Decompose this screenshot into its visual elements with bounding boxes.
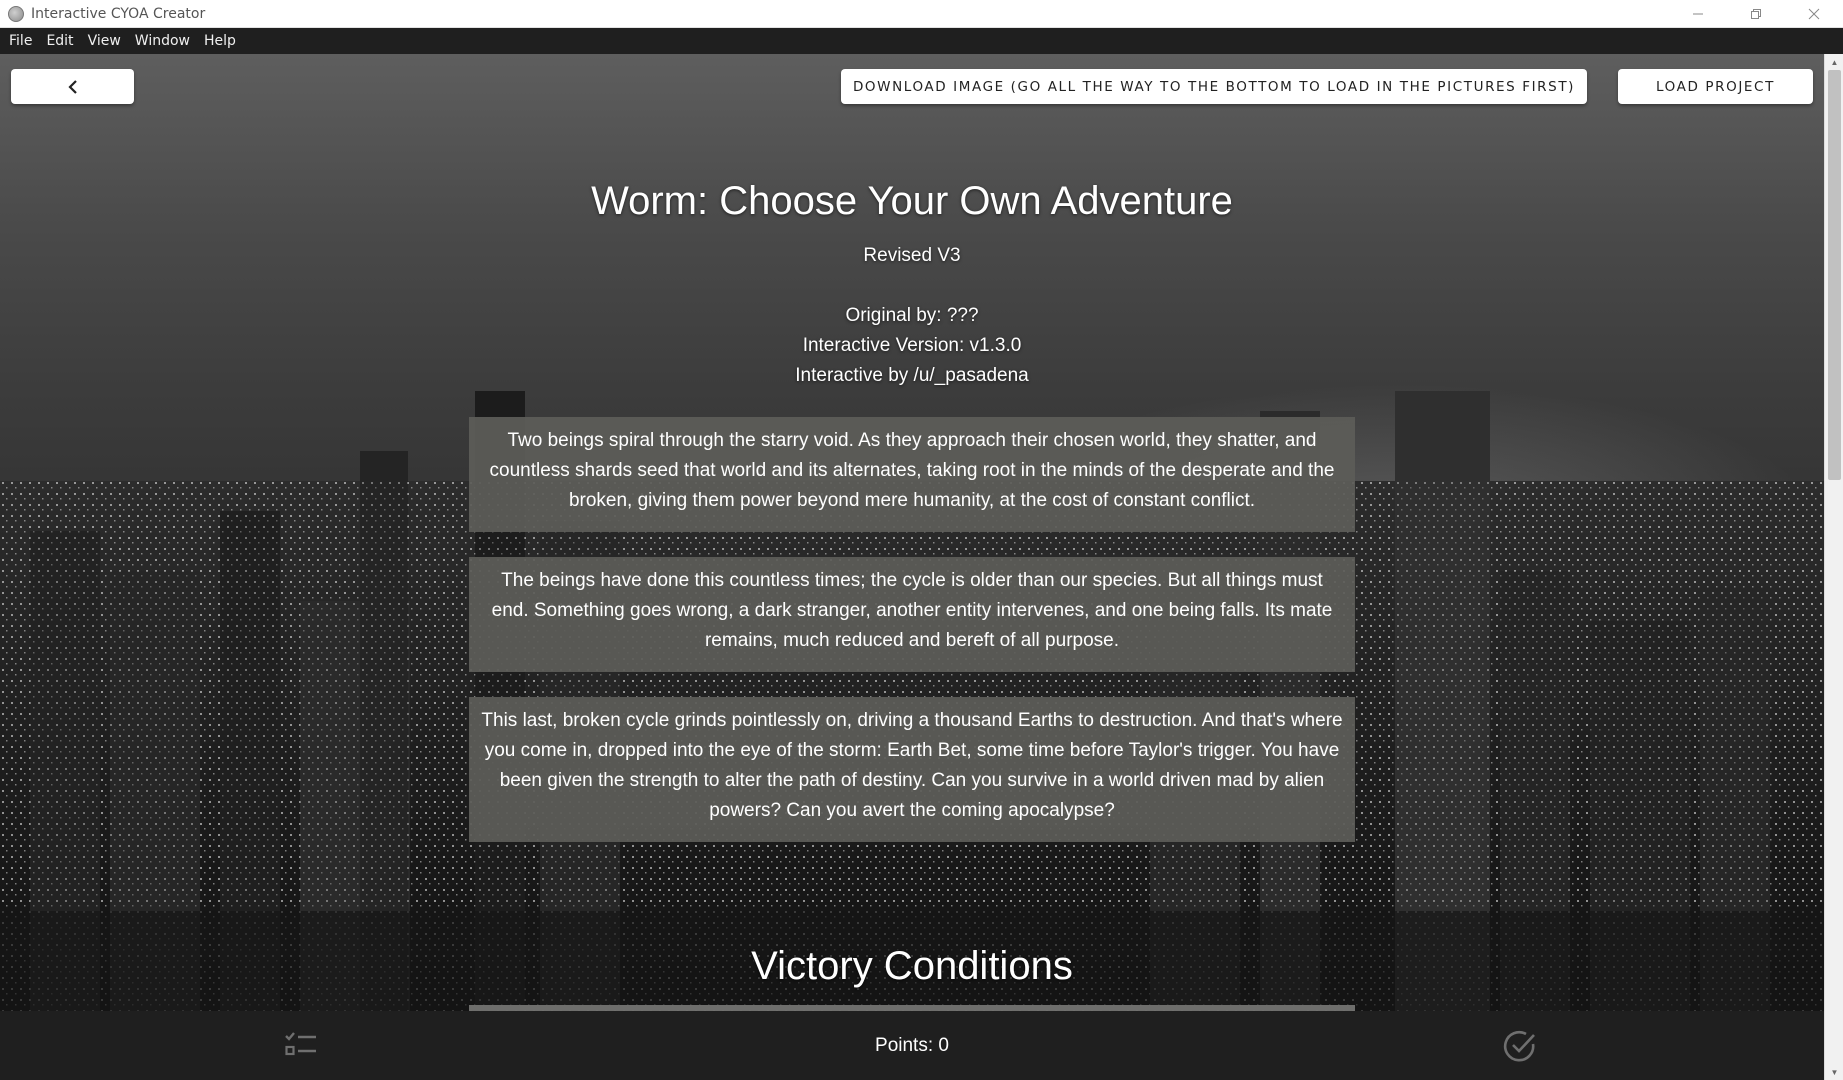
minimize-icon[interactable] [1669, 0, 1727, 28]
scroll-up-icon[interactable]: ▲ [1825, 54, 1843, 70]
scroll-down-icon[interactable]: ▼ [1825, 1064, 1843, 1080]
menu-help[interactable]: Help [197, 33, 243, 49]
credit-version: Interactive Version: v1.3.0 [802, 335, 1022, 356]
page-subtitle: Revised V3 [863, 245, 961, 266]
window-title: Interactive CYOA Creator [31, 5, 206, 22]
menu-edit[interactable]: Edit [39, 33, 80, 49]
restore-icon[interactable] [1727, 0, 1785, 28]
scroll-thumb[interactable] [1828, 70, 1841, 480]
intro-paragraph: The beings have done this countless time… [469, 557, 1355, 672]
chevron-left-icon [67, 79, 77, 94]
check-circle-icon[interactable] [1502, 1028, 1538, 1069]
credit-author: Interactive by /u/_pasadena [795, 365, 1029, 386]
window-controls [1669, 0, 1843, 28]
menu-file[interactable]: File [2, 33, 39, 49]
download-image-button[interactable]: DOWNLOAD IMAGE (GO ALL THE WAY TO THE BO… [841, 69, 1587, 104]
points-counter: Points: 0 [875, 1035, 949, 1056]
page-title: Worm: Choose Your Own Adventure [591, 179, 1233, 223]
vertical-scrollbar[interactable]: ▲ ▼ [1824, 54, 1843, 1080]
intro-paragraph: This last, broken cycle grinds pointless… [469, 697, 1355, 842]
app-icon [8, 5, 24, 22]
close-icon[interactable] [1785, 0, 1843, 28]
bottom-bar: Points: 0 [0, 1011, 1824, 1080]
section-heading: Victory Conditions [751, 944, 1073, 988]
back-button[interactable] [11, 69, 134, 104]
intro-paragraph: Two beings spiral through the starry voi… [469, 417, 1355, 532]
menu-bar: File Edit View Window Help [0, 28, 1843, 54]
title-bar: Interactive CYOA Creator [0, 0, 1843, 28]
menu-view[interactable]: View [81, 33, 128, 49]
menu-window[interactable]: Window [128, 33, 197, 49]
main-content: DOWNLOAD IMAGE (GO ALL THE WAY TO THE BO… [0, 54, 1824, 1011]
load-project-button[interactable]: LOAD PROJECT [1618, 69, 1813, 104]
credit-original: Original by: ??? [845, 305, 979, 326]
